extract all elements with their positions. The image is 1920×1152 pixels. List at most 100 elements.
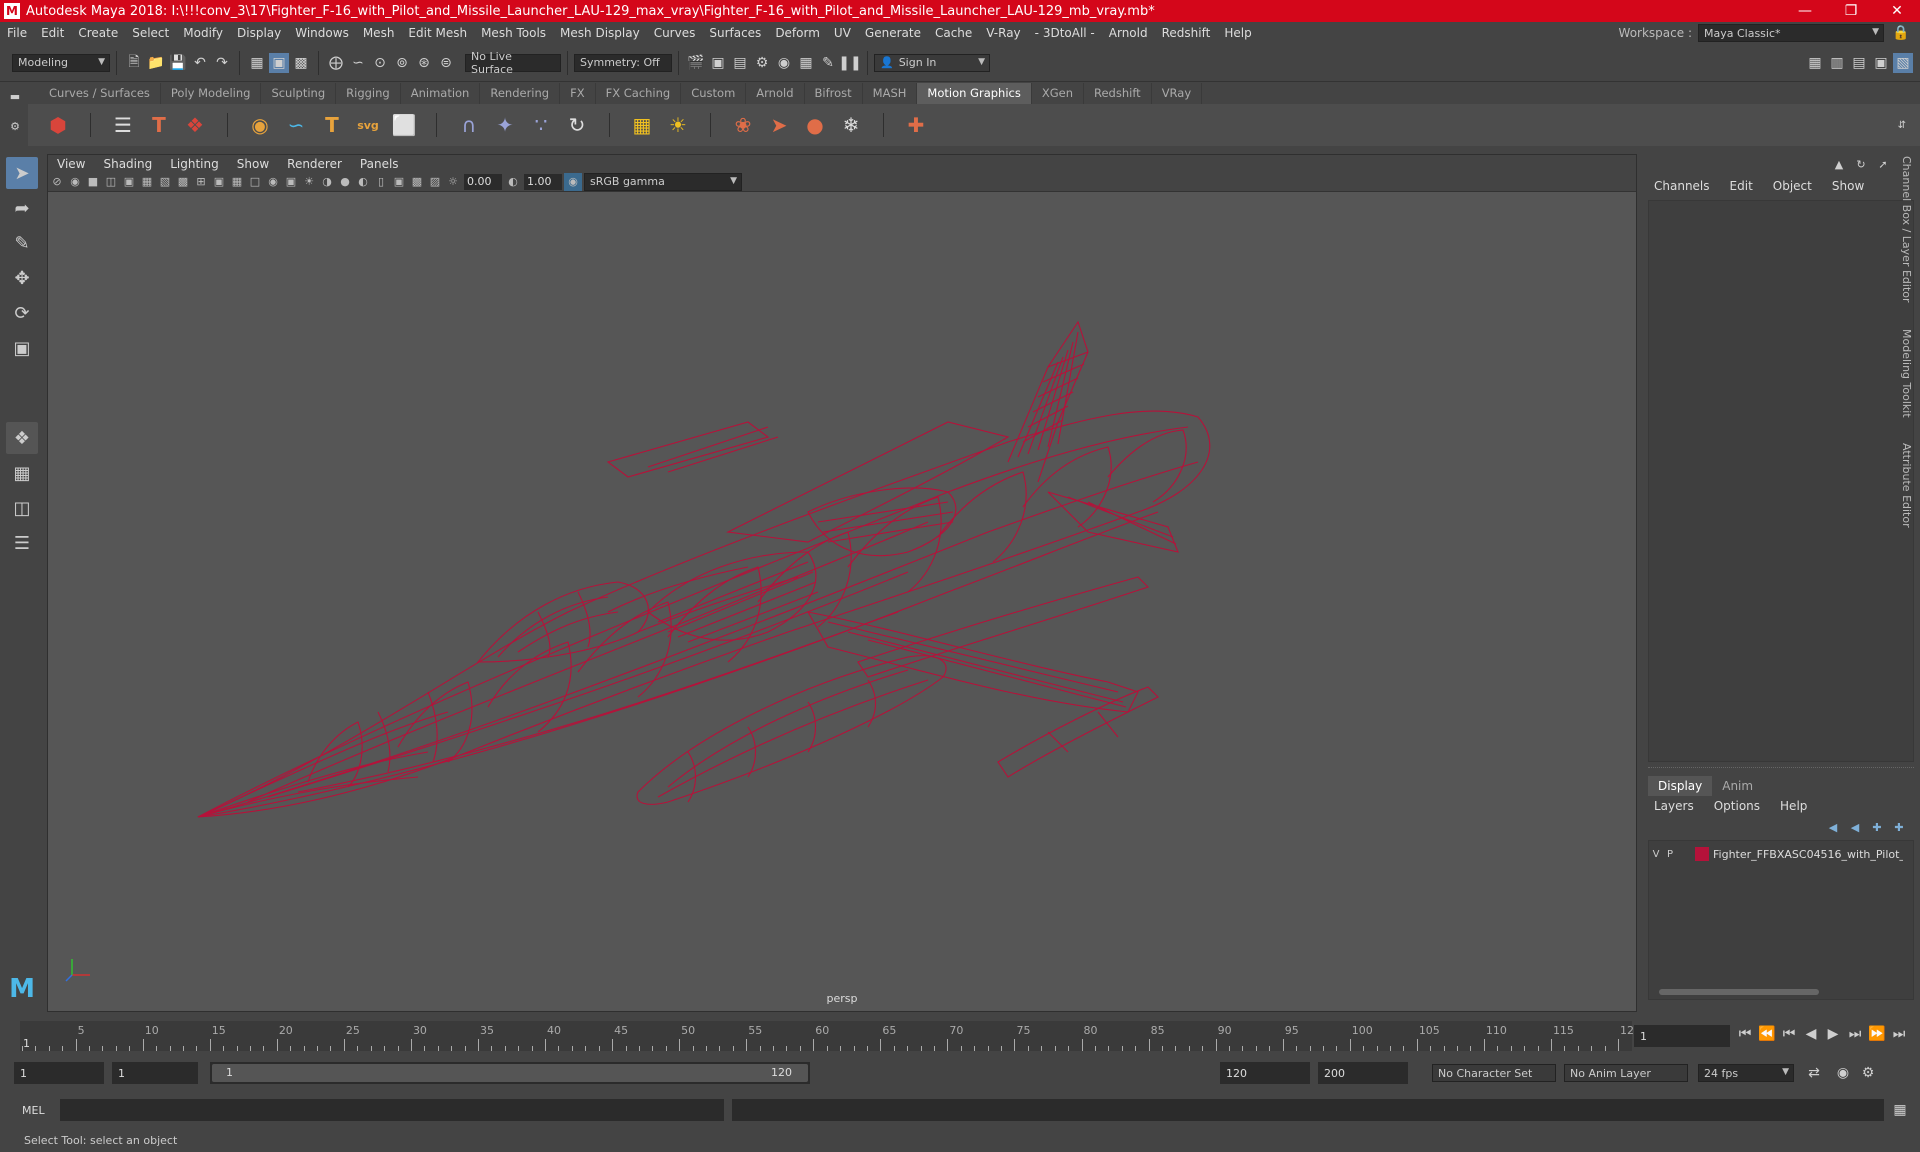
redo-icon[interactable]: ↷	[212, 53, 232, 73]
move-layer-down-icon[interactable]: ◀	[1845, 817, 1865, 837]
hypershade-icon[interactable]: ◉	[774, 53, 794, 73]
snowflake-icon[interactable]: ❄	[836, 110, 866, 140]
render-setup-icon[interactable]: ▦	[796, 53, 816, 73]
render-frame-icon[interactable]: ▣	[708, 53, 728, 73]
move-tool-icon[interactable]: ✥	[6, 262, 38, 294]
pause-icon[interactable]: ❚❚	[838, 53, 861, 73]
xray-joints-icon[interactable]: ▨	[426, 173, 444, 191]
go-to-start-icon[interactable]: ⏮	[1735, 1024, 1755, 1044]
lock-icon[interactable]: 🔒	[1891, 23, 1911, 43]
dynamics-icon[interactable]: ❀	[728, 110, 758, 140]
options-menu[interactable]: Options	[1704, 799, 1770, 813]
outliner-icon[interactable]: ☰	[6, 527, 38, 559]
character-controls-icon[interactable]: ▥	[1827, 53, 1847, 73]
sun-light-icon[interactable]: ☀	[663, 110, 693, 140]
ambient-occlusion-icon[interactable]: ●	[336, 173, 354, 191]
new-layer-icon[interactable]: ✚	[1867, 817, 1887, 837]
smooth-shade-icon[interactable]: ◉	[264, 173, 282, 191]
shelf-tab-sculpting[interactable]: Sculpting	[261, 83, 337, 104]
shelf-scroll-icon[interactable]: ⇵	[1892, 115, 1912, 135]
snap-point-icon[interactable]: ⊙	[370, 53, 390, 73]
attribute-editor-icon[interactable]: ▤	[1849, 53, 1869, 73]
four-view-icon[interactable]: ▦	[6, 457, 38, 489]
menu-file[interactable]: File	[0, 26, 34, 40]
loop-playback-icon[interactable]: ⇄	[1804, 1063, 1824, 1083]
resolution-gate-icon[interactable]: ▧	[156, 173, 174, 191]
layers-menu[interactable]: Layers	[1644, 799, 1704, 813]
menu-edit-mesh[interactable]: Edit Mesh	[401, 26, 474, 40]
object-menu[interactable]: Object	[1763, 179, 1822, 193]
menu-surfaces[interactable]: Surfaces	[702, 26, 768, 40]
wireframe-icon[interactable]: □	[246, 173, 264, 191]
menu-3dtoall[interactable]: - 3DtoAll -	[1028, 26, 1102, 40]
modeling-toolkit-icon[interactable]: ▦	[1805, 53, 1825, 73]
gamma-field[interactable]: 1.00	[524, 173, 562, 190]
exposure-field[interactable]: 0.00	[464, 173, 502, 190]
lattice-icon[interactable]: ∵	[526, 110, 556, 140]
menu-generate[interactable]: Generate	[858, 26, 928, 40]
scale-tool-icon[interactable]: ▣	[6, 332, 38, 364]
channel-box-option-icon[interactable]: ▲	[1829, 154, 1849, 174]
type-tool-icon[interactable]: T	[144, 110, 174, 140]
render-view-icon[interactable]: 🎬	[686, 53, 706, 73]
safe-action-icon[interactable]: ▣	[210, 173, 228, 191]
color-space-select[interactable]: sRGB gamma ▼	[584, 172, 742, 191]
snap-view-icon[interactable]: ⊚	[392, 53, 412, 73]
menu-curves[interactable]: Curves	[647, 26, 703, 40]
shelf-tab-fx[interactable]: FX	[560, 83, 596, 104]
viewport-menu-shading[interactable]: Shading	[94, 157, 161, 171]
command-language-label[interactable]: MEL	[0, 1104, 50, 1117]
type-animate-icon[interactable]: ❖	[180, 110, 210, 140]
grid-icon[interactable]: ▦	[228, 173, 246, 191]
shelf-tab-mash[interactable]: MASH	[863, 83, 918, 104]
time-ruler[interactable]: 1 5 10 15 20 25 30 35 40 45 50 55 60 65 70 75 80 85 90 95 1…	[20, 1021, 1641, 1051]
new-layer-selected-icon[interactable]: ✚	[1889, 817, 1909, 837]
menu-uv[interactable]: UV	[827, 26, 858, 40]
shelf-tab-rendering[interactable]: Rendering	[480, 83, 561, 104]
shelf-tab-vray[interactable]: VRay	[1152, 83, 1203, 104]
animation-start-field[interactable]: 1	[14, 1062, 104, 1084]
edit-menu[interactable]: Edit	[1720, 179, 1763, 193]
shelf-gear-icon[interactable]: ⚙	[5, 116, 25, 136]
shelf-tab-motion-graphics[interactable]: Motion Graphics	[917, 83, 1032, 104]
isolate-select-icon[interactable]: ▣	[390, 173, 408, 191]
menu-help[interactable]: Help	[1217, 26, 1258, 40]
shelf-tab-redshift[interactable]: Redshift	[1084, 83, 1152, 104]
curve-warp-icon[interactable]: ∽	[281, 110, 311, 140]
camera-attr-icon[interactable]: ⊘	[48, 173, 66, 191]
snap-pivot-icon[interactable]: ⊜	[436, 53, 456, 73]
shelf-tab-xgen[interactable]: XGen	[1032, 83, 1084, 104]
image-plane-icon[interactable]: ◫	[102, 173, 120, 191]
shelf-tab-animation[interactable]: Animation	[401, 83, 481, 104]
step-forward-icon[interactable]: ⏩	[1867, 1024, 1887, 1044]
viewport-menu-panels[interactable]: Panels	[351, 157, 408, 171]
animation-end-field[interactable]: 200	[1318, 1062, 1408, 1084]
character-set-select[interactable]: No Character Set	[1432, 1064, 1556, 1082]
snap-curve-icon[interactable]: ∽	[348, 53, 368, 73]
menu-vray[interactable]: V-Ray	[979, 26, 1027, 40]
help-menu[interactable]: Help	[1770, 799, 1817, 813]
wire-deformer-icon[interactable]: ✦	[490, 110, 520, 140]
shelf-tab-bifrost[interactable]: Bifrost	[805, 83, 863, 104]
show-menu[interactable]: Show	[1822, 179, 1874, 193]
new-scene-icon[interactable]: 🗎	[124, 53, 144, 73]
menu-mesh[interactable]: Mesh	[356, 26, 402, 40]
field-chart-icon[interactable]: ⊞	[192, 173, 210, 191]
playback-start-field[interactable]: 1	[112, 1062, 198, 1084]
viewport-panel[interactable]: View Shading Lighting Show Renderer Pane…	[47, 154, 1637, 1012]
lights-icon[interactable]: ☀	[300, 173, 318, 191]
collide-icon[interactable]: ●	[800, 110, 830, 140]
go-to-end-icon[interactable]: ⏭	[1889, 1024, 1909, 1044]
exposure-icon[interactable]: ☼	[444, 173, 462, 191]
refresh-icon[interactable]: ↻	[1851, 154, 1871, 174]
menu-select[interactable]: Select	[125, 26, 176, 40]
live-surface-field[interactable]: No Live Surface	[465, 50, 561, 76]
menu-deform[interactable]: Deform	[768, 26, 827, 40]
current-frame-field[interactable]: 1	[1634, 1025, 1730, 1047]
range-track[interactable]: 1 120	[210, 1062, 810, 1084]
select-object-icon[interactable]: ▣	[269, 52, 289, 73]
viewport-menu-view[interactable]: View	[48, 157, 94, 171]
render-settings-icon[interactable]: ⚙	[752, 53, 772, 73]
channel-list[interactable]	[1648, 200, 1914, 762]
side-tab-modeling-toolkit[interactable]: Modeling Toolkit	[1900, 329, 1913, 418]
